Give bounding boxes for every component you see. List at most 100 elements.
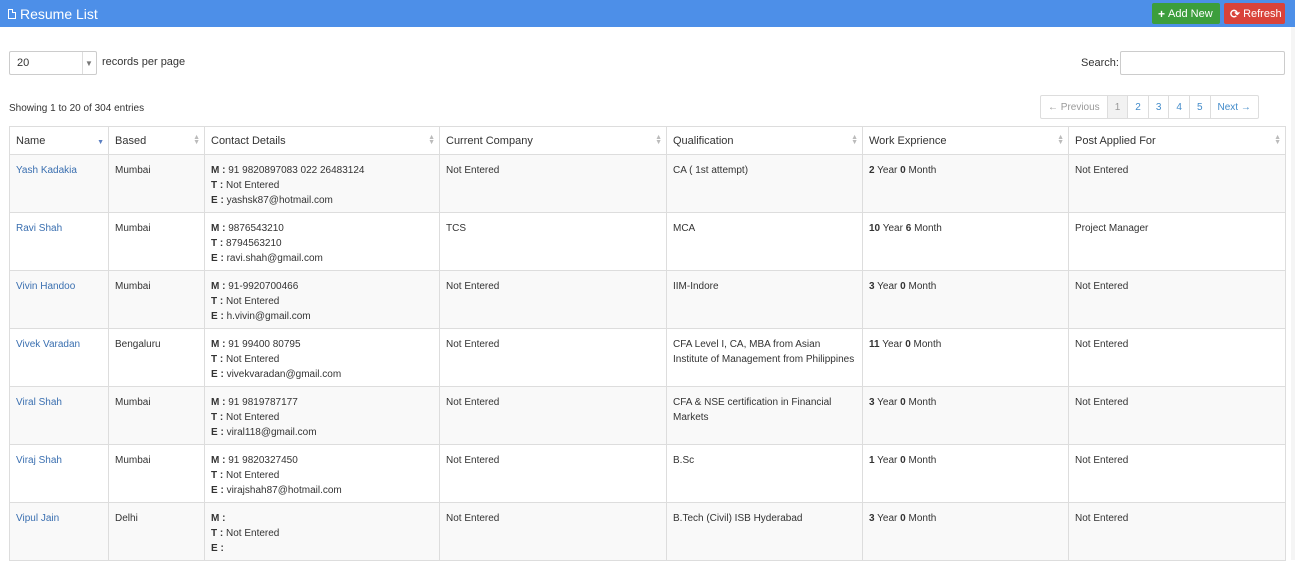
cell-based: Delhi bbox=[108, 502, 205, 561]
column-header-contact[interactable]: Contact Details ▲ ▼ bbox=[204, 126, 440, 155]
sort-icon: ▲ ▼ bbox=[1274, 134, 1281, 146]
telephone-value: Not Entered bbox=[226, 470, 280, 481]
page-button-5[interactable]: 5 bbox=[1188, 96, 1210, 118]
add-new-button[interactable]: + Add New bbox=[1152, 3, 1220, 24]
cell-experience: 3 Year 0 Month bbox=[862, 502, 1069, 561]
email-line: E : yashsk87@hotmail.com bbox=[211, 193, 433, 208]
cell-company: Not Entered bbox=[439, 502, 667, 561]
year-label: Year bbox=[882, 223, 903, 234]
cell-contact: M : 91 9820897083 022 26483124 T : Not En… bbox=[204, 154, 440, 213]
month-label: Month bbox=[908, 455, 937, 466]
cell-name: Ravi Shah bbox=[9, 212, 109, 271]
mobile-line: M : 91 9820327450 bbox=[211, 453, 433, 468]
experience-months: 0 bbox=[900, 513, 906, 524]
column-header-based[interactable]: Based ▲ ▼ bbox=[108, 126, 205, 155]
cell-qualification: CA ( 1st attempt) bbox=[666, 154, 863, 213]
mobile-value: 91 9820327450 bbox=[228, 455, 298, 466]
candidate-name-link[interactable]: Viral Shah bbox=[16, 397, 62, 408]
sort-icon: ▲ ▼ bbox=[193, 134, 200, 146]
cell-contact: M : 91 9819787177 T : Not Entered E : vira… bbox=[204, 386, 440, 445]
telephone-value: 8794563210 bbox=[226, 238, 282, 249]
sort-icon: ▲ ▼ bbox=[428, 134, 435, 146]
cell-contact: M : 9876543210 T : 8794563210 E : ravi.sha… bbox=[204, 212, 440, 271]
month-label: Month bbox=[908, 397, 937, 408]
next-page-button[interactable]: Next → bbox=[1209, 96, 1258, 118]
column-header-label: Based bbox=[115, 134, 147, 147]
cell-post: Not Entered bbox=[1068, 270, 1286, 329]
column-header-qualification[interactable]: Qualification ▲ ▼ bbox=[666, 126, 863, 155]
email-value: h.vivin@gmail.com bbox=[226, 311, 311, 322]
previous-page-button[interactable]: ← Previous bbox=[1041, 96, 1107, 118]
experience-years: 10 bbox=[869, 223, 881, 234]
month-label: Month bbox=[914, 223, 942, 234]
candidate-name-link[interactable]: Vivek Varadan bbox=[16, 339, 80, 350]
page-button-1[interactable]: 1 bbox=[1106, 96, 1128, 118]
experience-years: 3 bbox=[869, 397, 875, 408]
experience-years: 1 bbox=[869, 455, 875, 466]
candidate-name-link[interactable]: Viraj Shah bbox=[16, 455, 62, 466]
cell-experience: 3 Year 0 Month bbox=[862, 386, 1069, 445]
cell-company: TCS bbox=[439, 212, 667, 271]
column-header-experience[interactable]: Work Exprience ▲ ▼ bbox=[862, 126, 1069, 155]
page-button-2[interactable]: 2 bbox=[1127, 96, 1148, 118]
cell-company: Not Entered bbox=[439, 270, 667, 329]
page-button-4[interactable]: 4 bbox=[1168, 96, 1189, 118]
search-input[interactable] bbox=[1120, 51, 1285, 75]
cell-post: Not Entered bbox=[1068, 502, 1286, 561]
records-per-page-select[interactable]: 20 ▼ bbox=[9, 51, 97, 75]
table-row: Viraj Shah Mumbai M : 91 9820327450 T : Not… bbox=[9, 444, 1286, 503]
experience-months: 6 bbox=[905, 223, 912, 234]
table-row: Vivek Varadan Bengaluru M : 91 99400 80795… bbox=[9, 328, 1286, 387]
candidate-name-link[interactable]: Vivin Handoo bbox=[16, 281, 75, 292]
candidate-name-link[interactable]: Ravi Shah bbox=[16, 223, 62, 234]
telephone-value: Not Entered bbox=[226, 180, 280, 191]
email-label: E : bbox=[211, 543, 224, 554]
telephone-label: T : bbox=[211, 528, 224, 539]
cell-experience: 2 Year 0 Month bbox=[862, 154, 1069, 213]
mobile-line: M : 9876543210 bbox=[211, 221, 433, 236]
mobile-line: M : bbox=[211, 511, 433, 526]
email-value: vivekvaradan@gmail.com bbox=[226, 369, 342, 380]
table-row: Vivin Handoo Mumbai M : 91-9920700466 T : N… bbox=[9, 270, 1286, 329]
column-header-post[interactable]: Post Applied For ▲ ▼ bbox=[1068, 126, 1286, 155]
email-line: E : bbox=[211, 541, 433, 556]
records-per-page-value: 20 bbox=[17, 57, 30, 69]
cell-based: Mumbai bbox=[108, 154, 205, 213]
telephone-line: T : 8794563210 bbox=[211, 236, 433, 251]
cell-name: Viral Shah bbox=[9, 386, 109, 445]
candidate-name-link[interactable]: Vipul Jain bbox=[16, 513, 59, 524]
telephone-line: T : Not Entered bbox=[211, 352, 433, 367]
refresh-button[interactable]: ⟳ Refresh bbox=[1224, 3, 1285, 24]
column-header-name[interactable]: Name ▼ bbox=[9, 126, 109, 155]
cell-post: Project Manager bbox=[1068, 212, 1286, 271]
sort-icon: ▲ ▼ bbox=[1057, 134, 1064, 146]
column-header-label: Post Applied For bbox=[1075, 134, 1156, 147]
email-label: E : bbox=[211, 311, 224, 322]
scrollbar[interactable] bbox=[1291, 27, 1295, 560]
column-header-company[interactable]: Current Company ▲ ▼ bbox=[439, 126, 667, 155]
chevron-down-icon: ▼ bbox=[85, 58, 93, 68]
cell-contact: M : 91-9920700466 T : Not Entered E : h.vi… bbox=[204, 270, 440, 329]
mobile-value: 91 9819787177 bbox=[228, 397, 298, 408]
telephone-label: T : bbox=[211, 296, 224, 307]
email-line: E : vivekvaradan@gmail.com bbox=[211, 367, 433, 382]
cell-name: Vivek Varadan bbox=[9, 328, 109, 387]
page-button-3[interactable]: 3 bbox=[1147, 96, 1169, 118]
year-label: Year bbox=[877, 513, 898, 524]
telephone-label: T : bbox=[211, 238, 224, 249]
experience-months: 0 bbox=[900, 397, 906, 408]
email-line: E : ravi.shah@gmail.com bbox=[211, 251, 433, 266]
year-label: Year bbox=[877, 281, 898, 292]
cell-contact: M : 91 99400 80795 T : Not Entered E : viv… bbox=[204, 328, 440, 387]
mobile-line: M : 91-9920700466 bbox=[211, 279, 433, 294]
candidate-name-link[interactable]: Yash Kadakia bbox=[16, 165, 77, 176]
telephone-label: T : bbox=[211, 354, 224, 365]
email-line: E : virajshah87@hotmail.com bbox=[211, 483, 433, 498]
telephone-line: T : Not Entered bbox=[211, 468, 433, 483]
pagination: ← Previous 1 2 3 4 5 Next → bbox=[1040, 95, 1259, 119]
email-label: E : bbox=[211, 427, 224, 438]
cell-company: Not Entered bbox=[439, 328, 667, 387]
email-line: E : h.vivin@gmail.com bbox=[211, 309, 433, 324]
email-value: ravi.shah@gmail.com bbox=[226, 253, 323, 264]
table-row: Yash Kadakia Mumbai M : 91 9820897083 022 … bbox=[9, 154, 1286, 213]
